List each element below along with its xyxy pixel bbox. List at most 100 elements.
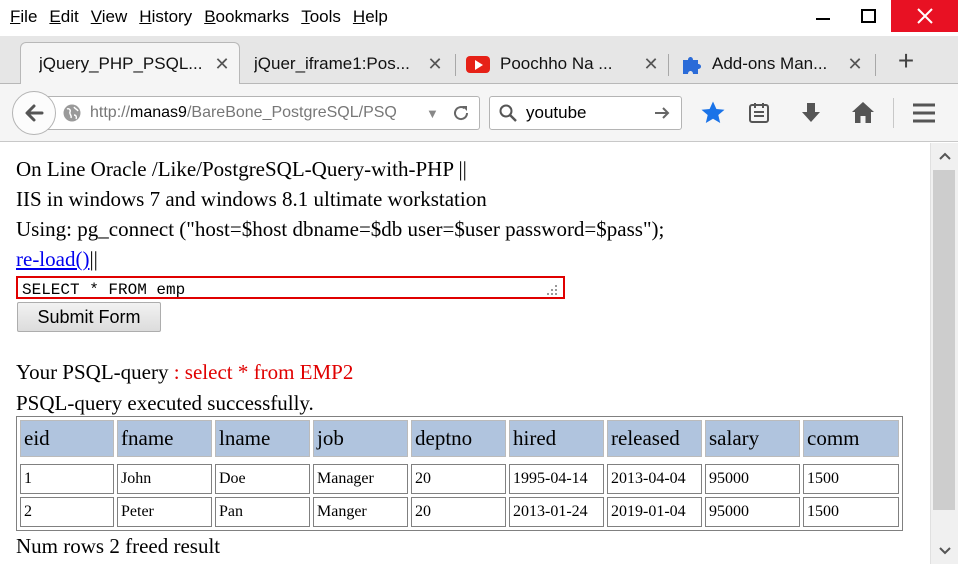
chevron-down-icon [939,547,951,555]
tab-close-icon[interactable]: ✕ [846,54,864,75]
url-dropdown-icon[interactable]: ▼ [426,106,439,121]
table-cell: 2 [20,497,114,527]
success-message: PSQL-query executed successfully. [16,391,314,415]
menu-bar: File Edit View History Bookmarks Tools H… [0,0,958,36]
reload-suffix: || [89,247,98,271]
table-cell: Manger [313,497,408,527]
navigation-toolbar: http://manas9/BareBone_PostgreSQL/PSQ ▼ [0,84,958,142]
menu-history[interactable]: History [133,6,198,28]
new-tab-button[interactable]: + [890,46,922,78]
tab-label: jQuer_iframe1:Pos... [254,54,410,73]
table-cell: Manager [313,464,408,494]
tab-add-ons-manager[interactable]: Add-ons Man... ✕ [672,44,872,84]
tab-jquer-iframe[interactable]: jQuer_iframe1:Pos... ✕ [242,44,452,84]
scroll-up-button[interactable] [931,143,958,169]
search-icon [499,104,517,122]
table-cell: John [117,464,212,494]
home-icon[interactable] [850,100,876,126]
query-textarea[interactable]: SELECT * FROM emp [16,276,565,299]
column-header-eid: eid [20,420,114,457]
back-arrow-icon [25,104,44,122]
menu-items: File Edit View History Bookmarks Tools H… [4,6,394,28]
query-echo-text: : select * from EMP2 [168,360,354,384]
chevron-up-icon [939,152,951,160]
table-cell: 95000 [705,497,800,527]
reload-icon[interactable] [451,103,471,123]
minimize-icon [816,18,830,20]
scroll-thumb[interactable] [933,170,955,510]
tab-poochho-na[interactable]: Poochho Na ... ✕ [458,44,668,84]
youtube-icon [466,55,490,73]
reload-link[interactable]: re-load() [16,247,89,271]
tab-separator [875,54,876,76]
search-bar[interactable] [489,96,682,130]
spacer-cell [20,460,899,461]
num-rows-text: Num rows 2 freed result [16,534,221,558]
page-heading: On Line Oracle /Like/PostgreSQL-Query-wi… [16,157,467,181]
back-button[interactable] [12,91,56,135]
menu-view[interactable]: View [85,6,134,28]
column-header-lname: lname [215,420,310,457]
table-header-row: eid fname lname job deptno hired release… [20,420,899,457]
table-row: 2 Peter Pan Manger 20 2013-01-24 2019-01… [20,497,899,527]
table-spacer-row [20,460,899,461]
table-cell: 1500 [803,464,899,494]
tab-label: jQuery_PHP_PSQL... [39,54,203,73]
tab-strip: jQuery_PHP_PSQL... ✕ jQuer_iframe1:Pos..… [0,36,958,85]
globe-icon [63,104,81,122]
resize-grip-icon[interactable] [545,285,559,295]
menu-bookmarks[interactable]: Bookmarks [198,6,295,28]
tab-label: Poochho Na ... [500,54,613,73]
maximize-icon [860,9,876,23]
search-go-arrow-icon[interactable] [652,103,672,123]
tab-separator [668,54,669,76]
scroll-down-button[interactable] [931,538,958,564]
tab-jquery-php-psql[interactable]: jQuery_PHP_PSQL... ✕ [20,42,240,85]
tab-label: Add-ons Man... [712,54,828,73]
table-cell: 20 [411,464,506,494]
search-input[interactable] [526,103,646,123]
menu-edit[interactable]: Edit [43,6,84,28]
table-cell: Doe [215,464,310,494]
bookmark-star-icon[interactable] [700,100,726,126]
tab-close-icon[interactable]: ✕ [642,54,660,75]
tab-separator [455,54,456,76]
table-cell: 2013-04-04 [607,464,702,494]
hamburger-menu-icon[interactable] [911,100,937,126]
table-cell: 20 [411,497,506,527]
tab-close-icon[interactable]: ✕ [213,54,231,75]
query-echo-line: Your PSQL-query : select * from EMP2 [16,360,353,384]
toolbar-separator [893,98,894,128]
bookmarks-list-icon[interactable] [746,100,772,126]
column-header-salary: salary [705,420,800,457]
menu-help[interactable]: Help [347,6,394,28]
url-text[interactable]: http://manas9/BareBone_PostgreSQL/PSQ [90,104,420,122]
table-cell: 1 [20,464,114,494]
menu-file[interactable]: File [4,6,43,28]
column-header-deptno: deptno [411,420,506,457]
query-echo-prefix: Your PSQL-query [16,360,169,384]
table-cell: Peter [117,497,212,527]
connection-text: Using: pg_connect ("host=$host dbname=$d… [16,217,665,241]
tab-close-icon[interactable]: ✕ [426,54,444,75]
url-prefix: http:// [90,104,131,121]
table-row: 1 John Doe Manager 20 1995-04-14 2013-04… [20,464,899,494]
column-header-released: released [607,420,702,457]
vertical-scrollbar[interactable] [930,143,958,564]
maximize-button[interactable] [845,0,891,32]
table-cell: 95000 [705,464,800,494]
close-window-button[interactable] [891,0,958,32]
close-icon [916,8,933,24]
downloads-arrow-icon[interactable] [798,100,824,126]
table-cell: 1500 [803,497,899,527]
page-content: On Line Oracle /Like/PostgreSQL-Query-wi… [0,143,930,564]
column-header-job: job [313,420,408,457]
submit-form-button[interactable]: Submit Form [17,302,161,332]
table-cell: 2019-01-04 [607,497,702,527]
url-host: manas9 [130,104,187,121]
menu-tools[interactable]: Tools [295,6,347,28]
minimize-button[interactable] [800,0,846,32]
table-cell: Pan [215,497,310,527]
address-bar[interactable]: http://manas9/BareBone_PostgreSQL/PSQ ▼ [48,96,480,130]
environment-text: IIS in windows 7 and windows 8.1 ultimat… [16,187,487,211]
